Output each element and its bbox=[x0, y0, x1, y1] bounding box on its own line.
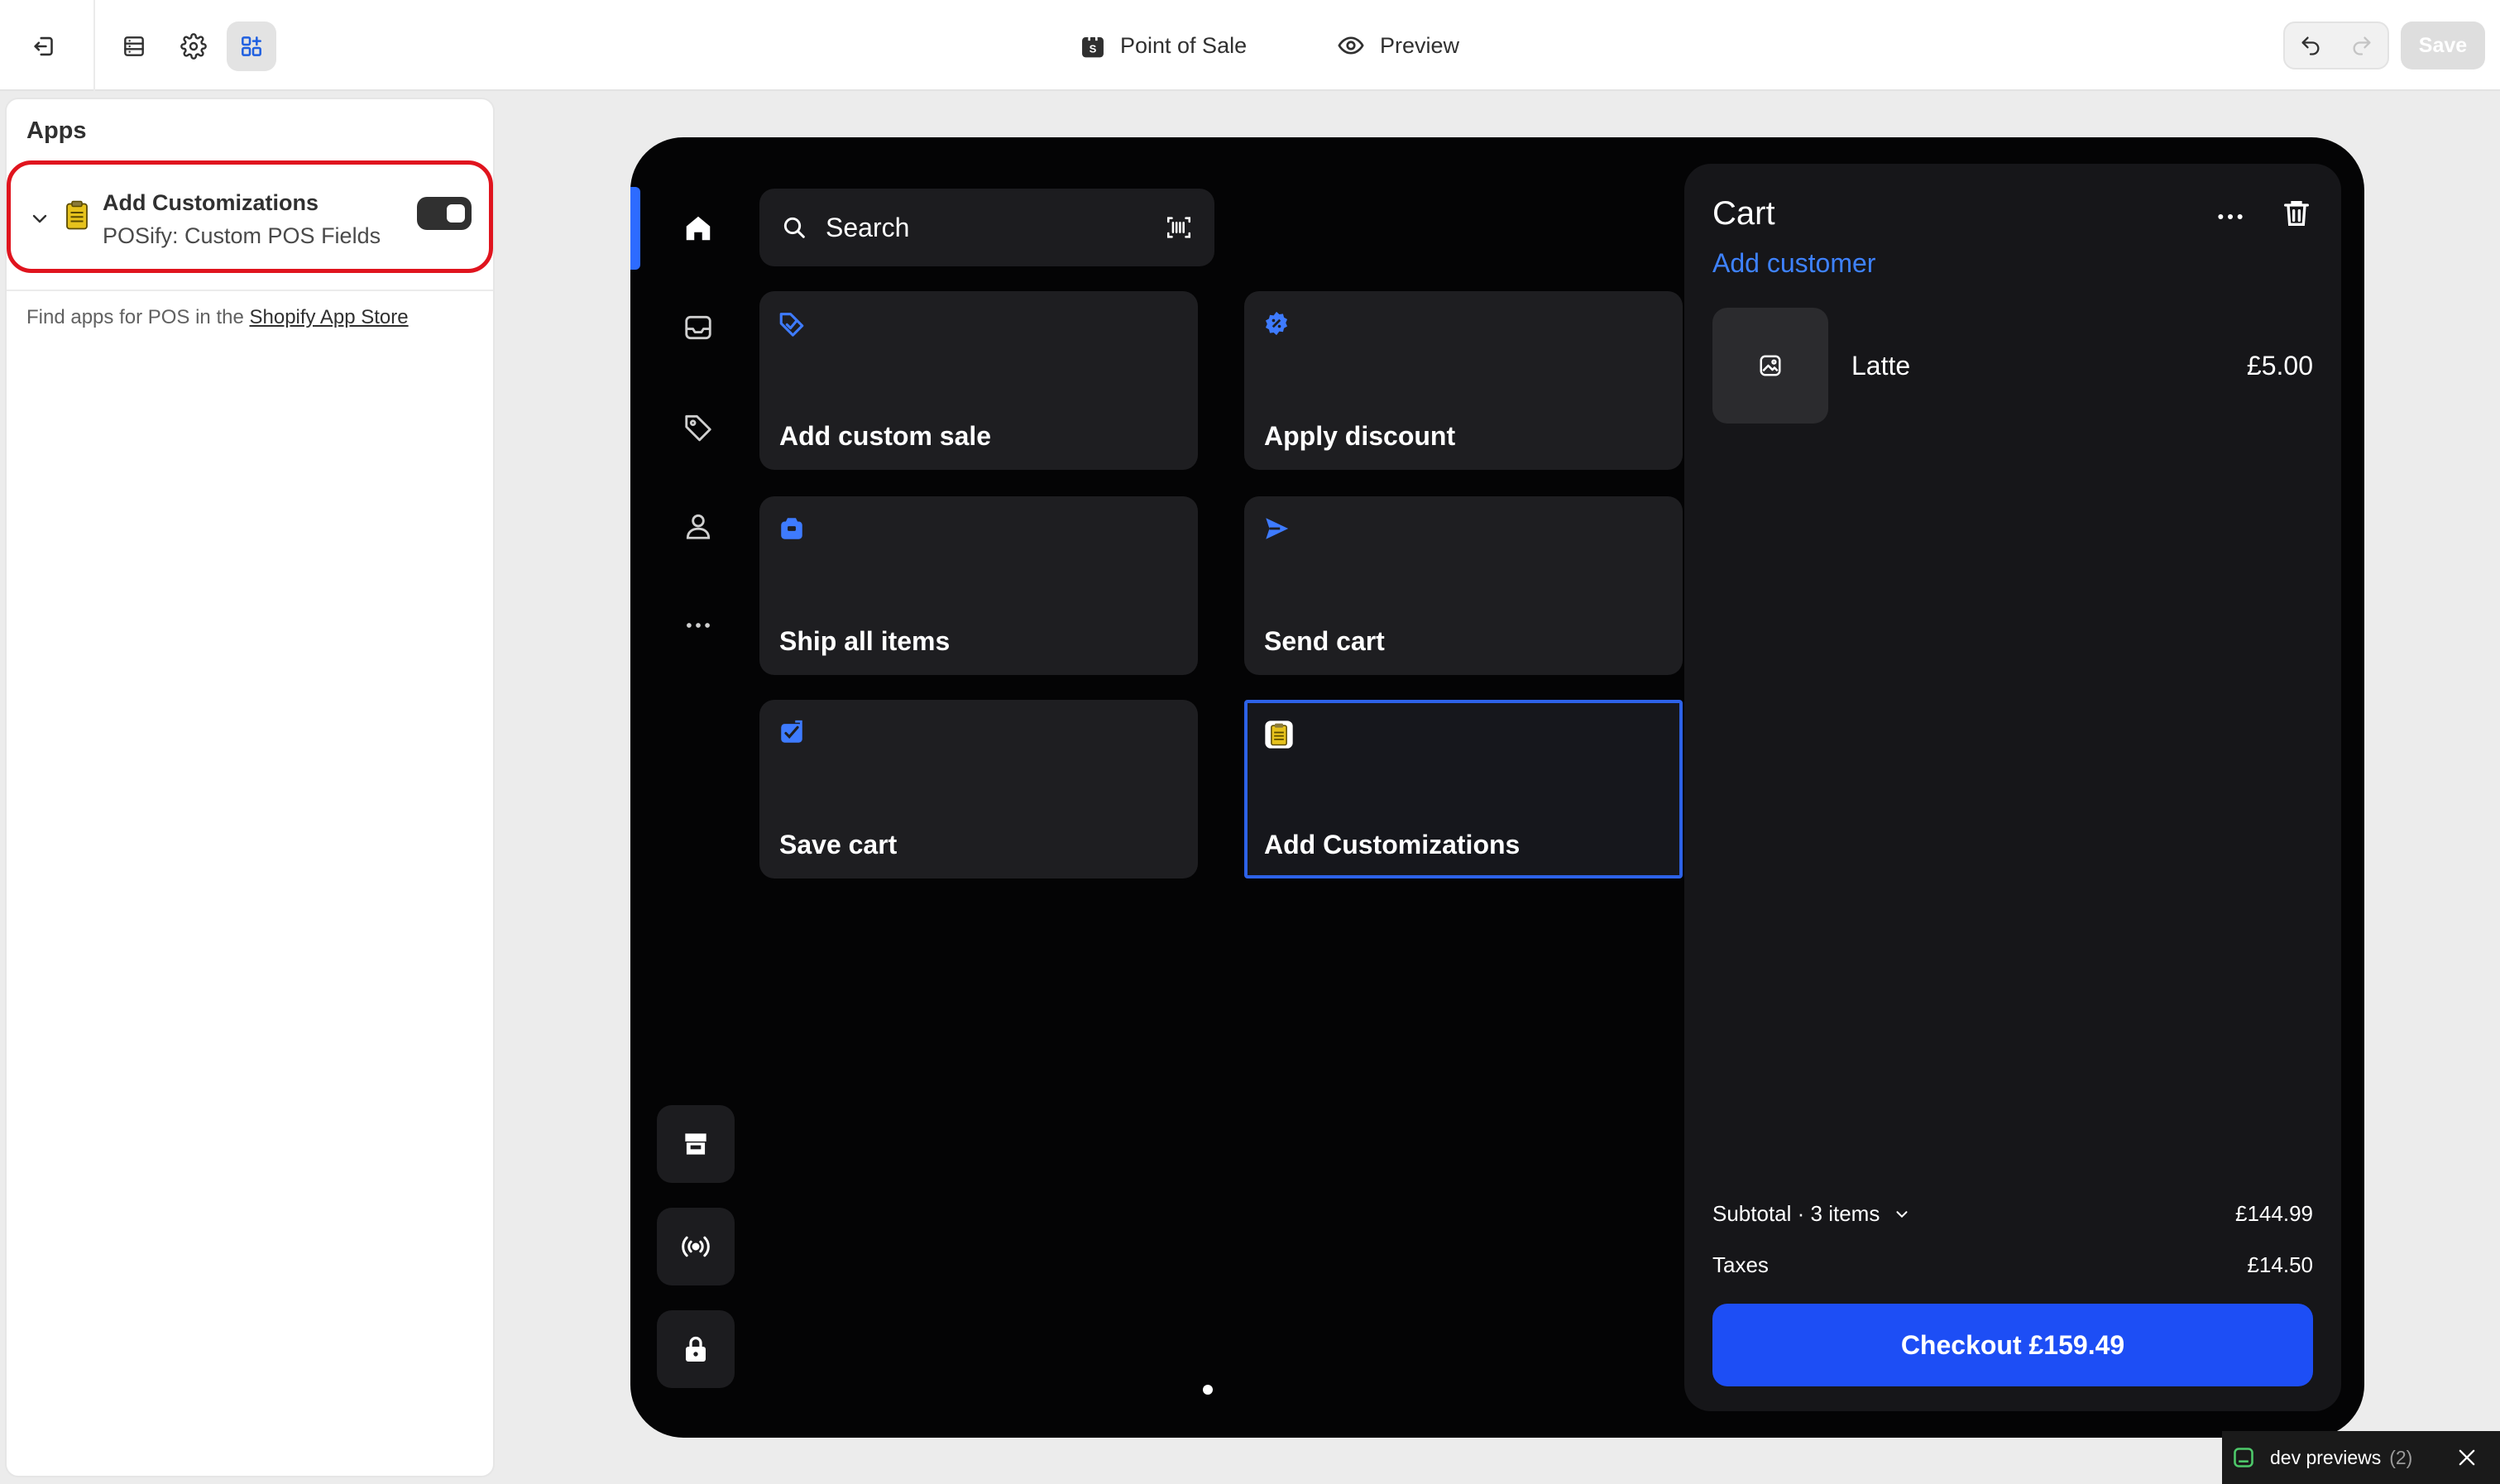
tile-label: Save cart bbox=[779, 830, 898, 859]
point-of-sale-label: Point of Sale bbox=[1120, 32, 1248, 58]
chevron-down-icon[interactable] bbox=[1893, 1205, 1911, 1223]
product-image-placeholder-icon bbox=[1712, 308, 1828, 424]
tile-label: Add custom sale bbox=[779, 421, 992, 451]
tag-icon[interactable] bbox=[678, 407, 718, 447]
save-button[interactable]: Save bbox=[2401, 22, 2485, 69]
clipboard-icon bbox=[1262, 718, 1295, 751]
undo-redo-group bbox=[2283, 22, 2389, 69]
tile-send-cart[interactable]: Send cart bbox=[1244, 496, 1683, 675]
dev-previews-label: dev previews bbox=[2270, 1446, 2382, 1468]
eye-icon bbox=[1337, 31, 1365, 60]
undo-icon[interactable] bbox=[2285, 23, 2336, 68]
clipboard-icon bbox=[65, 200, 89, 230]
send-icon bbox=[1262, 515, 1291, 543]
add-customer-link[interactable]: Add customer bbox=[1712, 248, 1875, 279]
dev-previews-count: (2) bbox=[2389, 1446, 2413, 1468]
topbar-divider bbox=[93, 0, 95, 91]
preview-label: Preview bbox=[1380, 32, 1460, 58]
checkout-button[interactable]: Checkout £159.49 bbox=[1712, 1304, 2313, 1386]
ship-icon bbox=[778, 515, 806, 543]
nav-active-indicator bbox=[630, 187, 640, 270]
find-apps-text: Find apps for POS in the Shopify App Sto… bbox=[26, 306, 409, 328]
close-icon[interactable] bbox=[2455, 1446, 2478, 1469]
taxes-value: £14.50 bbox=[2247, 1252, 2313, 1277]
redo-icon[interactable] bbox=[2336, 23, 2387, 68]
chevron-down-icon[interactable] bbox=[30, 208, 50, 228]
line-item-name[interactable]: Latte bbox=[1851, 351, 1910, 381]
preview-button[interactable]: Preview bbox=[1337, 25, 1459, 66]
customer-icon[interactable] bbox=[678, 506, 718, 546]
subtotal-value: £144.99 bbox=[2235, 1201, 2313, 1226]
top-bar: S Point of Sale Preview Save bbox=[0, 0, 2500, 91]
app-enable-toggle[interactable] bbox=[417, 197, 472, 230]
tile-save-cart[interactable]: Save cart bbox=[759, 700, 1198, 878]
custom-sale-icon bbox=[778, 309, 806, 337]
tile-label: Apply discount bbox=[1264, 421, 1456, 451]
dev-previews-bar[interactable]: dev previews (2) bbox=[2222, 1431, 2500, 1484]
trash-icon[interactable] bbox=[2280, 197, 2313, 230]
search-icon bbox=[781, 214, 807, 241]
page-indicator-dot[interactable] bbox=[1203, 1385, 1213, 1395]
panel-title: Apps bbox=[26, 117, 87, 144]
more-icon[interactable] bbox=[678, 606, 718, 645]
app-name: Add Customizations bbox=[103, 190, 318, 215]
tile-apply-discount[interactable]: Apply discount bbox=[1244, 291, 1683, 470]
tile-label: Ship all items bbox=[779, 626, 951, 656]
apps-icon[interactable] bbox=[227, 22, 276, 71]
pos-device-preview: Search Add custom sale Apply discount Sh… bbox=[630, 137, 2364, 1438]
gear-icon[interactable] bbox=[169, 22, 218, 71]
app-store-link[interactable]: Shopify App Store bbox=[249, 306, 408, 328]
tile-ship-all-items[interactable]: Ship all items bbox=[759, 496, 1198, 675]
exit-icon[interactable] bbox=[20, 22, 69, 71]
cart-title: Cart bbox=[1712, 195, 1775, 232]
tile-add-customizations[interactable]: Add Customizations bbox=[1244, 700, 1683, 878]
svg-text:S: S bbox=[1090, 43, 1097, 55]
more-icon[interactable] bbox=[2214, 200, 2247, 233]
home-icon[interactable] bbox=[678, 208, 718, 248]
broadcast-icon[interactable] bbox=[657, 1208, 735, 1285]
save-cart-icon bbox=[778, 718, 806, 746]
tile-label: Send cart bbox=[1264, 626, 1385, 656]
tile-label: Add Customizations bbox=[1264, 830, 1521, 859]
search-placeholder: Search bbox=[826, 212, 910, 242]
taxes-row: Taxes £14.50 bbox=[1712, 1252, 2313, 1278]
search-input[interactable]: Search bbox=[759, 189, 1214, 266]
toggle-knob bbox=[447, 204, 465, 223]
discount-icon bbox=[1262, 309, 1291, 337]
cart-panel: Cart Add customer Latte £5.00 Subtotal ·… bbox=[1684, 164, 2341, 1411]
store-icon[interactable] bbox=[657, 1105, 735, 1183]
sections-icon[interactable] bbox=[109, 22, 159, 71]
dev-preview-icon bbox=[2232, 1446, 2255, 1469]
shopify-bag-icon: S bbox=[1080, 32, 1105, 59]
subtotal-label: Subtotal · 3 items bbox=[1712, 1201, 1880, 1226]
subtotal-row[interactable]: Subtotal · 3 items £144.99 bbox=[1712, 1201, 2313, 1227]
app-subtitle: POSify: Custom POS Fields bbox=[103, 223, 381, 248]
tile-add-custom-sale[interactable]: Add custom sale bbox=[759, 291, 1198, 470]
barcode-scan-icon[interactable] bbox=[1165, 213, 1193, 242]
lock-icon[interactable] bbox=[657, 1310, 735, 1388]
point-of-sale-tab[interactable]: S Point of Sale bbox=[1080, 25, 1247, 66]
orders-icon[interactable] bbox=[678, 308, 718, 347]
taxes-label: Taxes bbox=[1712, 1252, 1769, 1277]
apps-panel: Apps Add Customizations POSify: Custom P… bbox=[5, 98, 495, 1477]
line-item-price: £5.00 bbox=[2246, 351, 2313, 381]
